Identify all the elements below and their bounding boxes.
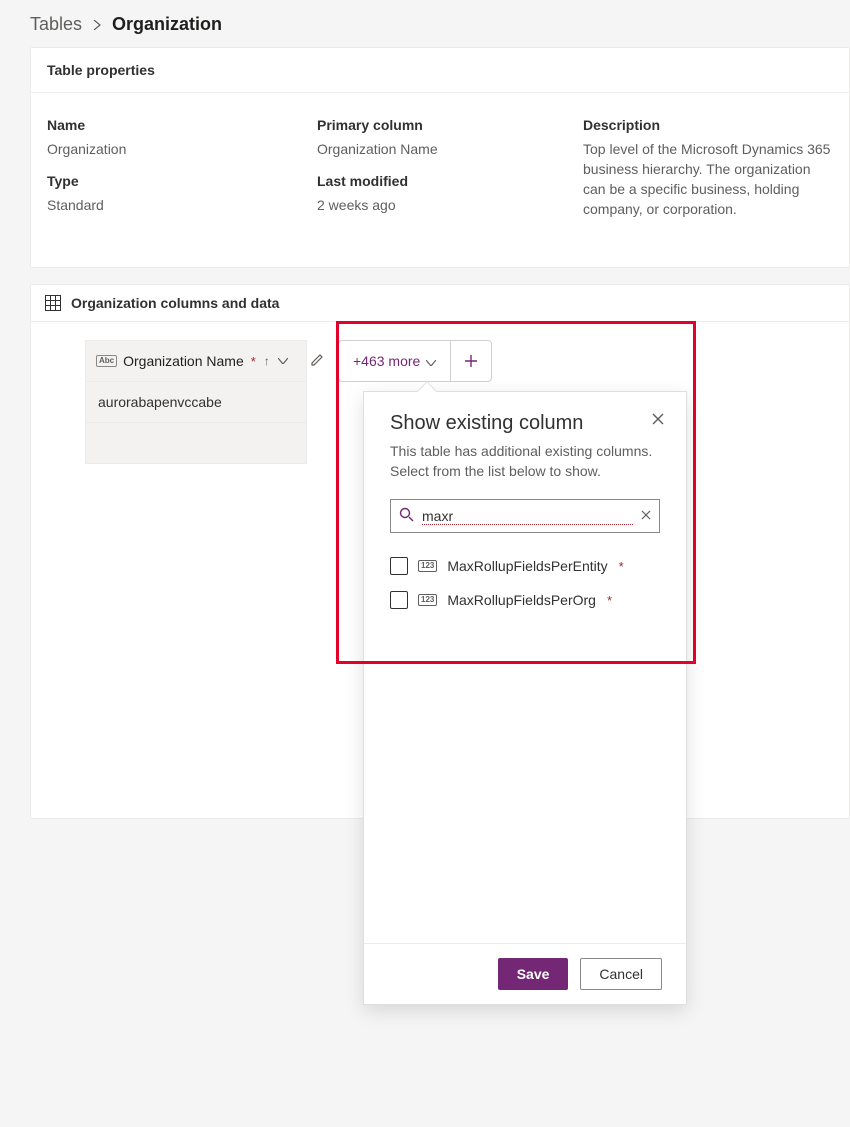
breadcrumb: Tables Organization [30,10,850,47]
number-type-icon: 123 [418,560,437,572]
description-label: Description [583,117,833,133]
add-column-button[interactable] [451,341,491,381]
search-icon [399,507,414,526]
columns-header: Organization columns and data [31,285,849,322]
cancel-button[interactable]: Cancel [580,958,662,990]
edit-icon[interactable] [310,353,326,370]
type-value: Standard [47,195,285,215]
more-columns-label: +463 more [353,353,420,369]
table-row[interactable]: aurorabapenvccabe [85,381,307,423]
flyout-footer: Save Cancel [364,943,686,1004]
more-columns-button[interactable]: +463 more [339,341,450,381]
description-value: Top level of the Microsoft Dynamics 365 … [583,139,833,219]
search-input-value: maxr [422,508,633,525]
breadcrumb-parent[interactable]: Tables [30,14,82,35]
search-input[interactable]: maxr [390,499,660,533]
column-header-organization-name[interactable]: Abc Organization Name * ↑ [85,340,307,382]
table-row[interactable] [85,422,307,464]
number-type-icon: 123 [418,594,437,606]
chevron-down-icon [426,353,436,369]
type-label: Type [47,173,285,189]
list-item[interactable]: 123 MaxRollupFieldsPerOrg * [390,583,660,617]
checkbox[interactable] [390,591,408,609]
clear-search-button[interactable] [641,509,651,523]
primary-column-label: Primary column [317,117,551,133]
name-value: Organization [47,139,285,159]
last-modified-label: Last modified [317,173,551,189]
column-header-label: Organization Name [123,353,244,369]
chevron-right-icon [92,17,102,33]
required-star-icon: * [607,593,612,608]
flyout-description: This table has additional existing colum… [390,441,660,481]
primary-column-value: Organization Name [317,139,551,159]
list-item[interactable]: 123 MaxRollupFieldsPerEntity * [390,549,660,583]
columns-header-title: Organization columns and data [71,295,279,311]
required-star-icon: * [251,354,256,369]
required-star-icon: * [619,559,624,574]
columns-data-card: Organization columns and data Abc Organi… [30,284,850,819]
breadcrumb-current: Organization [112,14,222,35]
list-item-label: MaxRollupFieldsPerEntity [447,558,607,574]
table-grid-icon [45,295,61,311]
sort-asc-icon: ↑ [264,354,270,368]
name-label: Name [47,117,285,133]
last-modified-value: 2 weeks ago [317,195,551,215]
save-button[interactable]: Save [498,958,569,990]
table-properties-card: Table properties Name Organization Type … [30,47,850,268]
chevron-down-icon[interactable] [278,356,288,367]
flyout-title: Show existing column [390,412,660,435]
text-type-icon: Abc [96,355,117,367]
checkbox[interactable] [390,557,408,575]
close-button[interactable] [652,412,664,428]
more-columns-pill: +463 more [338,340,492,382]
show-existing-column-flyout: Show existing column This table has addi… [363,391,687,1005]
card-title: Table properties [31,48,849,93]
list-item-label: MaxRollupFieldsPerOrg [447,592,596,608]
